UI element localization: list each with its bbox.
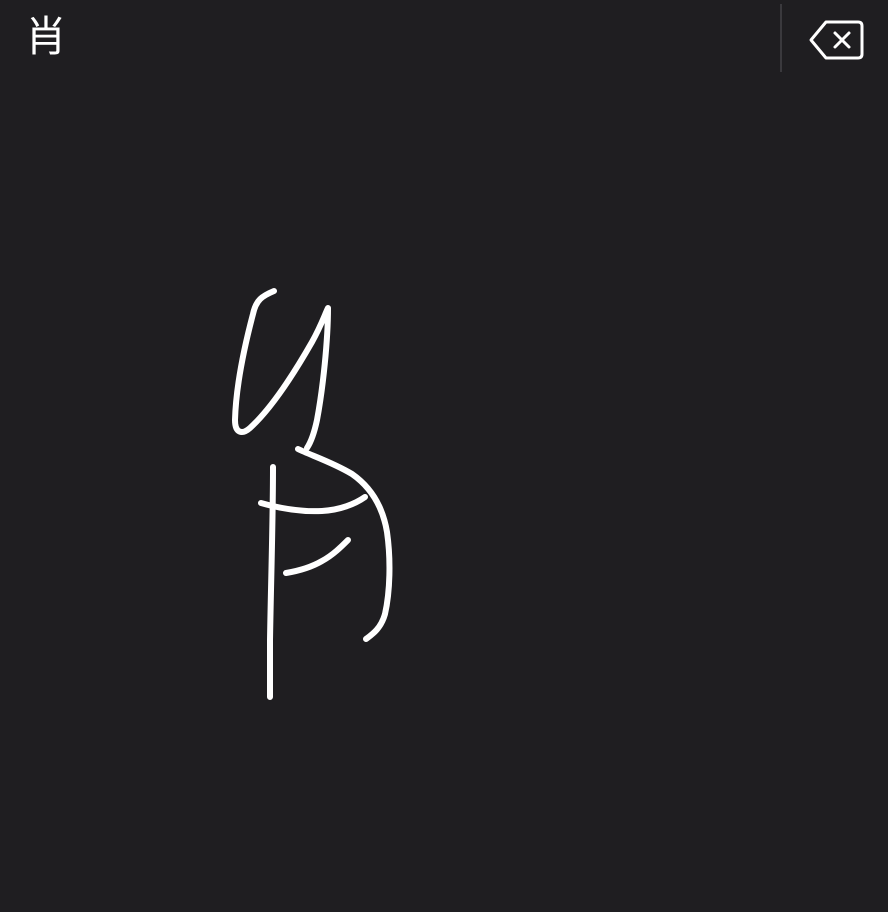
ink-stroke xyxy=(232,288,331,451)
ink-stroke xyxy=(258,494,368,515)
candidate-bar: 肖 xyxy=(0,0,888,76)
ink-stroke xyxy=(283,537,351,576)
ink-stroke xyxy=(267,464,276,700)
divider xyxy=(780,4,782,72)
backspace-icon xyxy=(809,20,864,60)
candidate-character[interactable]: 肖 xyxy=(16,6,76,68)
handwriting-canvas[interactable] xyxy=(0,76,888,912)
handwriting-keyboard: 肖 xyxy=(0,0,888,912)
delete-button[interactable] xyxy=(804,14,868,68)
ink-strokes xyxy=(232,288,393,700)
